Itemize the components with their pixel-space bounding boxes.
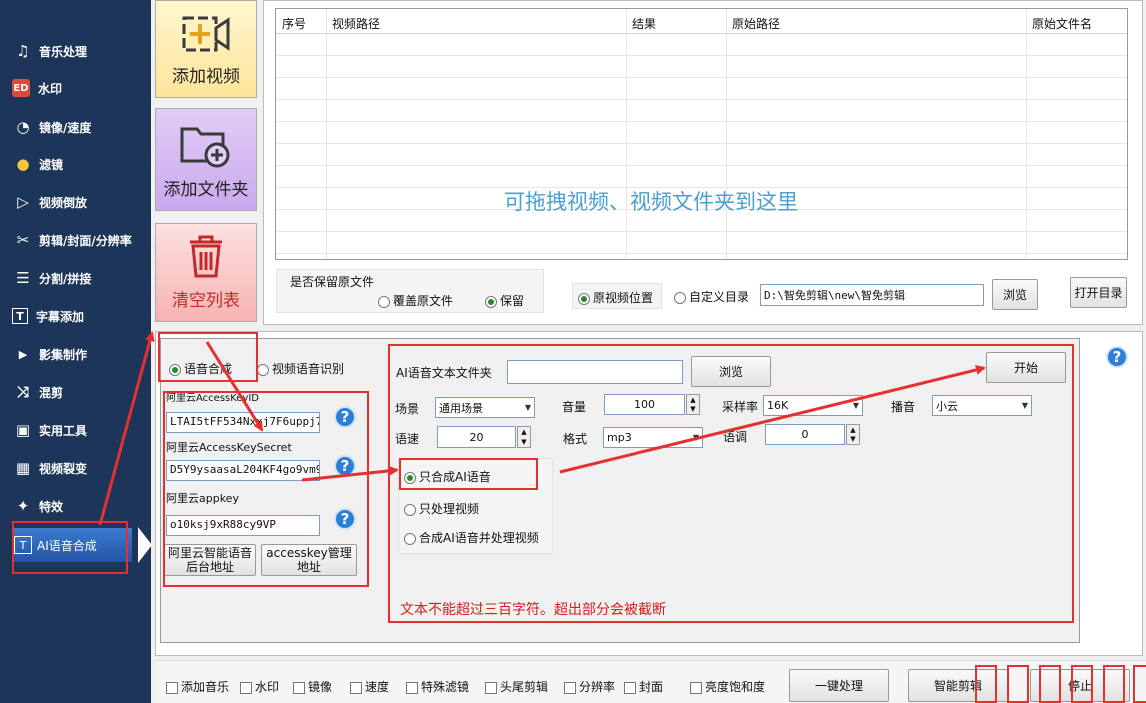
arrow-mode-to-keys [205, 341, 264, 432]
annotation-arrows [98, 331, 986, 526]
arrow-keys-to-option [301, 465, 399, 482]
arrow-option-to-start [559, 365, 986, 474]
arrow-sidebar-to-mode [98, 331, 155, 526]
